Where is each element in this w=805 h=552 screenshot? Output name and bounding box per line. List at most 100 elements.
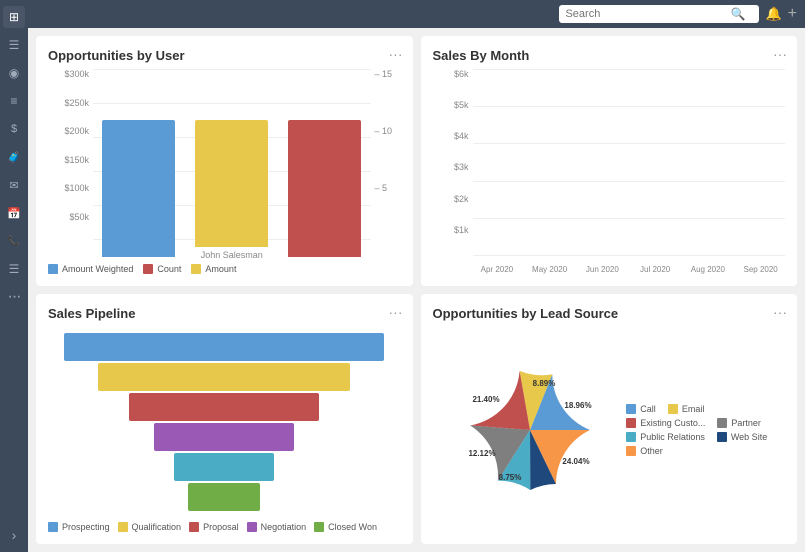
pie-label-partner: Partner	[731, 418, 761, 428]
legend-label-count: Count	[157, 264, 181, 274]
grid-line	[473, 255, 786, 256]
obu-r-5: – 5	[375, 183, 388, 193]
sbm-y-5k: $5k	[454, 100, 469, 110]
pie-label-existing: Existing Custo...	[640, 418, 705, 428]
funnel-area	[48, 327, 401, 516]
grid-line	[473, 181, 786, 182]
pie-pct-call: 18.96%	[565, 401, 592, 410]
funnel-row-5	[174, 453, 274, 481]
sidebar-item-circle[interactable]: ◉	[3, 62, 25, 84]
legend-dot-amount	[191, 264, 201, 274]
pie-legend-row-4: Other	[626, 446, 767, 456]
sidebar-item-briefcase[interactable]: 🧳	[3, 146, 25, 168]
sidebar-item-more[interactable]: ···	[3, 286, 25, 308]
topbar: 🔍 🔔 +	[28, 0, 805, 28]
sbm-x-jul: Jul 2020	[640, 265, 670, 274]
legend-item-weighted: Amount Weighted	[48, 264, 133, 274]
pie-area: 18.96% 8.89% 21.40% 12.12% 8.75% 24.04% …	[433, 327, 786, 532]
funnel-legend: Prospecting Qualification Proposal Negot…	[48, 522, 401, 532]
legend-dot-existing	[626, 418, 636, 428]
legend-dot-negotiation	[247, 522, 257, 532]
lead-source-card: Opportunities by Lead Source ···	[421, 294, 798, 544]
sidebar-item-dollar[interactable]: $	[3, 118, 25, 140]
pie-pct-existing: 21.40%	[473, 395, 500, 404]
pipeline-menu[interactable]: ···	[389, 304, 403, 320]
sidebar-item-menu[interactable]: ☰	[3, 34, 25, 56]
grid-line	[473, 143, 786, 144]
bell-icon[interactable]: 🔔	[765, 6, 781, 22]
pie-legend-existing: Existing Custo...	[626, 418, 705, 428]
legend-dot-call	[626, 404, 636, 414]
obu-legend: Amount Weighted Count Amount	[48, 264, 401, 274]
search-wrap[interactable]: 🔍	[559, 5, 759, 23]
pie-label-call: Call	[640, 404, 656, 414]
pie-legend-row-2: Existing Custo... Partner	[626, 418, 767, 428]
plus-icon[interactable]: +	[788, 5, 797, 23]
sidebar-item-phone[interactable]: 📞	[3, 230, 25, 252]
grid-line	[93, 103, 371, 104]
sbm-x-apr: Apr 2020	[481, 265, 513, 274]
sbm-bar-sep: Sep 2020	[736, 262, 785, 274]
obu-y-250k: $250k	[64, 98, 89, 108]
pie-legend-pr: Public Relations	[626, 432, 705, 442]
funnel-legend-prospecting: Prospecting	[48, 522, 110, 532]
legend-dot-weighted	[48, 264, 58, 274]
legend-dot-proposal	[189, 522, 199, 532]
sidebar-item-list[interactable]: ≡	[3, 90, 25, 112]
pie-pct-pr: 8.75%	[499, 473, 522, 482]
legend-dot-other	[626, 446, 636, 456]
sbm-card: Sales By Month ··· $6k	[421, 36, 798, 286]
obu-bars-area: $300k $250k $200k $150k $100k $50k – 15 …	[48, 69, 401, 260]
pie-label-pr: Public Relations	[640, 432, 705, 442]
funnel-bar-qualification	[98, 363, 350, 391]
sbm-y-axis: $6k $5k $4k $3k $2k $1k	[433, 69, 473, 256]
legend-dot-count	[143, 264, 153, 274]
obu-title: Opportunities by User	[48, 48, 401, 63]
sbm-title: Sales By Month	[433, 48, 786, 63]
sbm-bar-apr: Apr 2020	[473, 262, 522, 274]
sbm-bar-aug: Aug 2020	[684, 262, 733, 274]
sidebar-item-expand[interactable]: ›	[3, 524, 25, 546]
funnel-row-4	[154, 423, 294, 451]
funnel-row-2	[98, 363, 350, 391]
lead-source-title: Opportunities by Lead Source	[433, 306, 786, 321]
obu-card: Opportunities by User ··· $300k	[36, 36, 413, 286]
sbm-menu[interactable]: ···	[773, 46, 787, 62]
obu-y-200k: $200k	[64, 126, 89, 136]
sbm-y-2k: $2k	[454, 194, 469, 204]
sidebar: ⊞ ☰ ◉ ≡ $ 🧳 ✉ 📅 📞 ☰ ··· ›	[0, 0, 28, 552]
sbm-x-jun: Jun 2020	[586, 265, 619, 274]
grid-line	[473, 218, 786, 219]
sbm-bar-may: May 2020	[525, 262, 574, 274]
sbm-y-6k: $6k	[454, 69, 469, 79]
pie-legend-call: Call	[626, 404, 656, 414]
obu-bar-count	[288, 120, 361, 257]
sidebar-item-mail[interactable]: ✉	[3, 174, 25, 196]
funnel-bar-negotiation	[154, 423, 294, 451]
pie-pct-partner: 12.12%	[469, 449, 496, 458]
content: Opportunities by User ··· $300k	[28, 28, 805, 552]
legend-dot-closedwon	[314, 522, 324, 532]
legend-label-amount: Amount	[205, 264, 236, 274]
sidebar-item-calendar[interactable]: 📅	[3, 202, 25, 224]
funnel-legend-closedwon: Closed Won	[314, 522, 377, 532]
funnel-legend-qualification: Qualification	[118, 522, 182, 532]
search-input[interactable]	[565, 8, 730, 20]
obu-menu[interactable]: ···	[389, 46, 403, 62]
funnel-row-3	[129, 393, 319, 421]
sbm-bar-jul: Jul 2020	[631, 262, 680, 274]
pie-pct-email: 8.89%	[533, 379, 556, 388]
sidebar-item-list2[interactable]: ☰	[3, 258, 25, 280]
pie-label-other: Other	[640, 446, 663, 456]
legend-item-count: Count	[143, 264, 181, 274]
sbm-grid	[473, 69, 786, 256]
funnel-bar-closedwon	[188, 483, 260, 511]
obu-y-100k: $100k	[64, 183, 89, 193]
obu-x-label2: John Salesman	[201, 250, 263, 260]
grid-line	[473, 106, 786, 107]
sbm-bars-area: $6k $5k $4k $3k $2k $1k Apr 2020	[433, 69, 786, 274]
legend-label-weighted: Amount Weighted	[62, 264, 133, 274]
lead-source-menu[interactable]: ···	[773, 304, 787, 320]
pipeline-card: Sales Pipeline ···	[36, 294, 413, 544]
sidebar-item-grid[interactable]: ⊞	[3, 6, 25, 28]
